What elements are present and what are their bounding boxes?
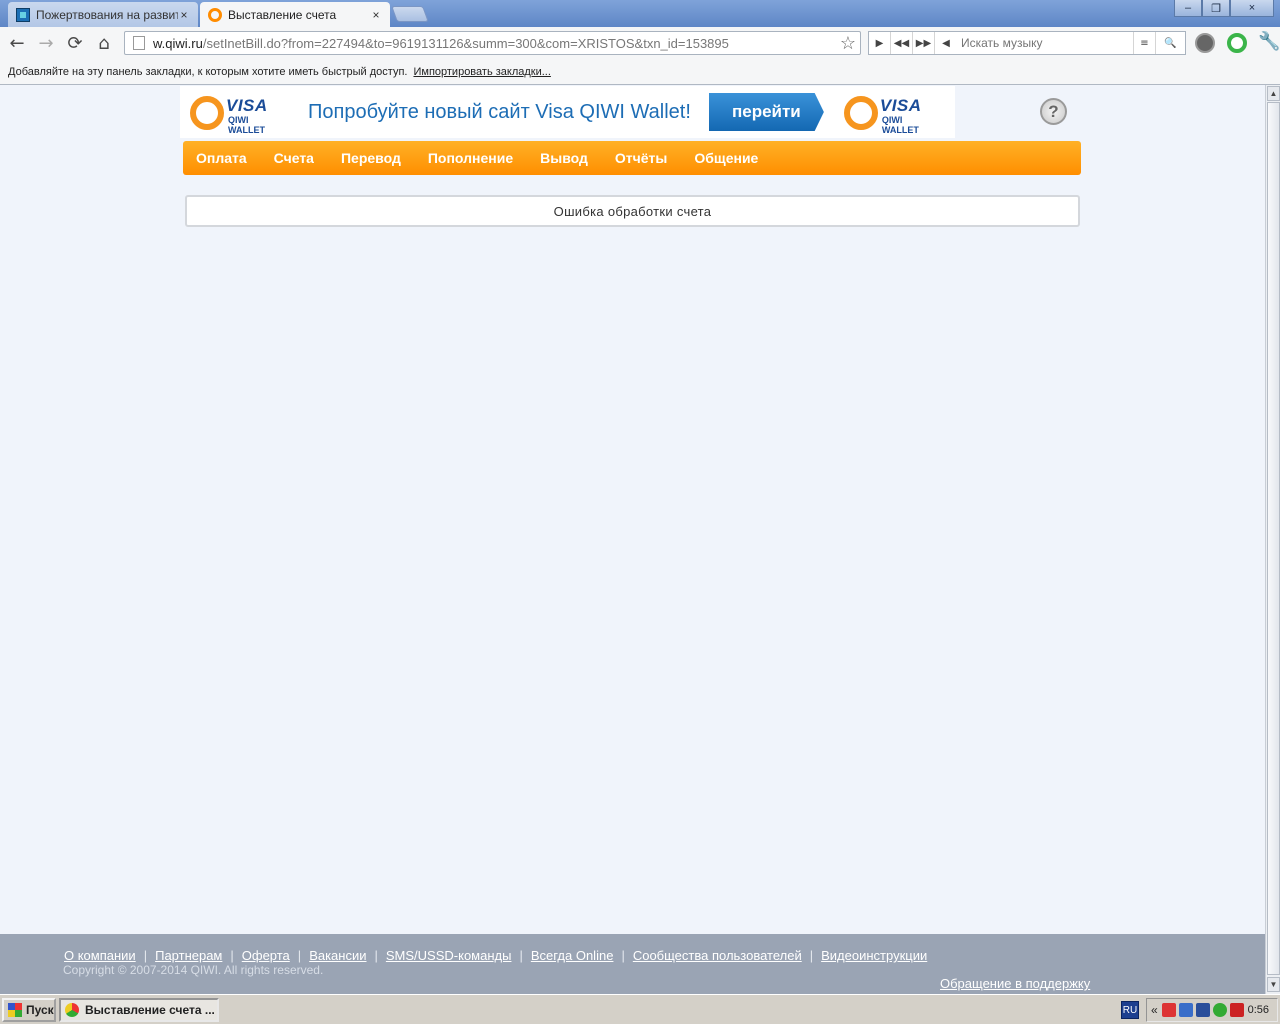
extension-icon[interactable] xyxy=(1195,33,1215,53)
go-button[interactable]: перейти xyxy=(708,93,824,131)
scroll-thumb[interactable] xyxy=(1267,102,1280,975)
page-icon xyxy=(133,36,145,50)
footer-link-communities[interactable]: Сообщества пользователей xyxy=(633,948,802,963)
clock: 0:56 xyxy=(1247,1004,1269,1016)
nav-item-bills[interactable]: Счета xyxy=(274,150,314,166)
music-search-input[interactable] xyxy=(957,36,1133,50)
tab-strip: Пожертвования на развити × Выставление с… xyxy=(0,0,1280,27)
volume-icon[interactable]: ◀ xyxy=(935,32,957,54)
separator: | xyxy=(519,948,523,963)
back-button[interactable]: ← xyxy=(6,32,28,54)
footer-link-online[interactable]: Всегда Online xyxy=(531,948,614,963)
tab-invoice[interactable]: Выставление счета × xyxy=(200,2,390,27)
taskbar-item-label: Выставление счета ... xyxy=(85,1003,215,1017)
network-icon-2[interactable] xyxy=(1195,1003,1210,1017)
copyright: Copyright © 2007-2014 QIWI. All rights r… xyxy=(63,963,324,977)
separator: | xyxy=(809,948,814,963)
address-bar[interactable]: w.qiwi.ru/setInetBill.do?from=227494&to=… xyxy=(124,31,861,55)
support-link[interactable]: Обращение в поддержку xyxy=(940,976,1090,991)
menu-icon[interactable]: ≡ xyxy=(1133,32,1155,54)
bookmarks-hint: Добавляйте на эту панель закладки, к кот… xyxy=(8,65,408,78)
language-indicator[interactable]: RU xyxy=(1121,1001,1139,1019)
tab-donations[interactable]: Пожертвования на развити × xyxy=(8,2,198,27)
bookmarks-bar: Добавляйте на эту панель закладки, к кот… xyxy=(0,59,1280,85)
help-icon[interactable]: ? xyxy=(1040,98,1067,125)
taskbar: Пуск Выставление счета ... RU « 0:56 xyxy=(0,994,1280,1024)
url-host: w.qiwi.ru xyxy=(153,35,203,51)
qiwi-logo: VISA QIWI WALLET xyxy=(180,90,280,135)
wrench-icon[interactable]: 🔧 xyxy=(1258,31,1280,52)
music-search-bar: ▶ ◀◀ ▶▶ ◀ ≡ 🔍 xyxy=(868,31,1186,55)
security-icon[interactable] xyxy=(1229,1003,1244,1017)
grid-favicon-icon xyxy=(16,7,30,22)
network-warning-icon[interactable] xyxy=(1161,1003,1176,1017)
footer: О компании | Партнерам | Оферта | Вакансии |… xyxy=(0,934,1265,994)
new-tab-button[interactable] xyxy=(391,6,429,22)
nav-item-reports[interactable]: Отчёты xyxy=(615,150,667,166)
banner-text: Попробуйте новый сайт Visa QIWI Wallet! xyxy=(308,100,691,123)
separator: | xyxy=(621,948,625,963)
home-button[interactable]: ⌂ xyxy=(93,32,115,54)
footer-link-partners[interactable]: Партнерам xyxy=(155,948,222,963)
qiwi-favicon-icon xyxy=(208,7,222,22)
import-bookmarks-link[interactable]: Импортировать закладки... xyxy=(413,66,550,78)
separator: | xyxy=(297,948,302,963)
qiwi-ring-icon xyxy=(843,96,878,130)
promo-banner[interactable]: VISA QIWI WALLET Попробуйте новый сайт V… xyxy=(180,86,955,138)
footer-link-offer[interactable]: Оферта xyxy=(242,948,290,963)
search-icon[interactable]: 🔍 xyxy=(1155,32,1185,54)
logo-visa: VISA xyxy=(879,96,922,115)
utorrent-icon[interactable] xyxy=(1212,1003,1227,1017)
extension-refresh-icon[interactable] xyxy=(1227,33,1247,53)
close-tab-icon[interactable]: × xyxy=(370,8,382,22)
footer-link-jobs[interactable]: Вакансии xyxy=(309,948,366,963)
logo-visa: VISA xyxy=(226,96,268,115)
maximize-button[interactable]: ❐ xyxy=(1202,0,1230,17)
vertical-scrollbar[interactable]: ▲ ▼ xyxy=(1265,85,1280,994)
footer-link-about[interactable]: О компании xyxy=(64,948,136,963)
nav-item-topup[interactable]: Пополнение xyxy=(428,150,513,166)
start-button[interactable]: Пуск xyxy=(2,998,56,1022)
error-message: Ошибка обработки счета xyxy=(185,195,1080,227)
qiwi-ring-icon xyxy=(190,96,224,130)
tab-title: Пожертвования на развити xyxy=(36,7,178,22)
nav-item-communication[interactable]: Общение xyxy=(694,150,758,166)
play-icon[interactable]: ▶ xyxy=(869,32,891,54)
nav-item-withdraw[interactable]: Вывод xyxy=(540,150,588,166)
main-nav: Оплата Счета Перевод Пополнение Вывод От… xyxy=(183,141,1081,175)
logo-wallet: QIWI WALLET xyxy=(228,115,265,135)
next-icon[interactable]: ▶▶ xyxy=(913,32,935,54)
nav-item-transfer[interactable]: Перевод xyxy=(341,150,401,166)
footer-link-videos[interactable]: Видеоинструкции xyxy=(821,948,927,963)
chrome-icon xyxy=(65,1003,79,1017)
reload-button[interactable]: ⟳ xyxy=(64,32,86,54)
browser-toolbar: ← → ⟳ ⌂ w.qiwi.ru/setInetBill.do?from=22… xyxy=(0,27,1280,59)
close-window-button[interactable]: × xyxy=(1230,0,1274,17)
bookmark-star-icon[interactable]: ☆ xyxy=(840,33,856,54)
separator: | xyxy=(143,948,148,963)
logo-wallet: QIWI WALLET xyxy=(881,115,919,135)
tray-collapse-icon[interactable]: « xyxy=(1151,1003,1158,1017)
minimize-button[interactable]: – xyxy=(1174,0,1202,17)
network-icon[interactable] xyxy=(1178,1003,1193,1017)
start-label: Пуск xyxy=(26,1003,54,1017)
previous-icon[interactable]: ◀◀ xyxy=(891,32,913,54)
scroll-up-icon[interactable]: ▲ xyxy=(1267,86,1280,101)
page-viewport: VISA QIWI WALLET Попробуйте новый сайт V… xyxy=(0,85,1265,994)
separator: | xyxy=(374,948,378,963)
close-tab-icon[interactable]: × xyxy=(178,8,190,22)
separator: | xyxy=(230,948,234,963)
taskbar-item-browser[interactable]: Выставление счета ... xyxy=(59,998,219,1022)
scroll-down-icon[interactable]: ▼ xyxy=(1267,977,1280,992)
forward-button[interactable]: → xyxy=(35,32,57,54)
system-tray: « 0:56 xyxy=(1146,998,1278,1022)
url-path: /setInetBill.do?from=227494&to=961913112… xyxy=(202,35,729,51)
tab-title: Выставление счета xyxy=(228,7,337,22)
windows-logo-icon xyxy=(8,1003,22,1017)
qiwi-logo: VISA QIWI WALLET xyxy=(834,90,934,135)
nav-item-payment[interactable]: Оплата xyxy=(196,150,247,166)
window-controls: – ❐ × xyxy=(1174,0,1274,17)
footer-links: О компании | Партнерам | Оферта | Вакансии |… xyxy=(64,948,927,963)
footer-link-sms[interactable]: SMS/USSD-команды xyxy=(386,948,512,963)
